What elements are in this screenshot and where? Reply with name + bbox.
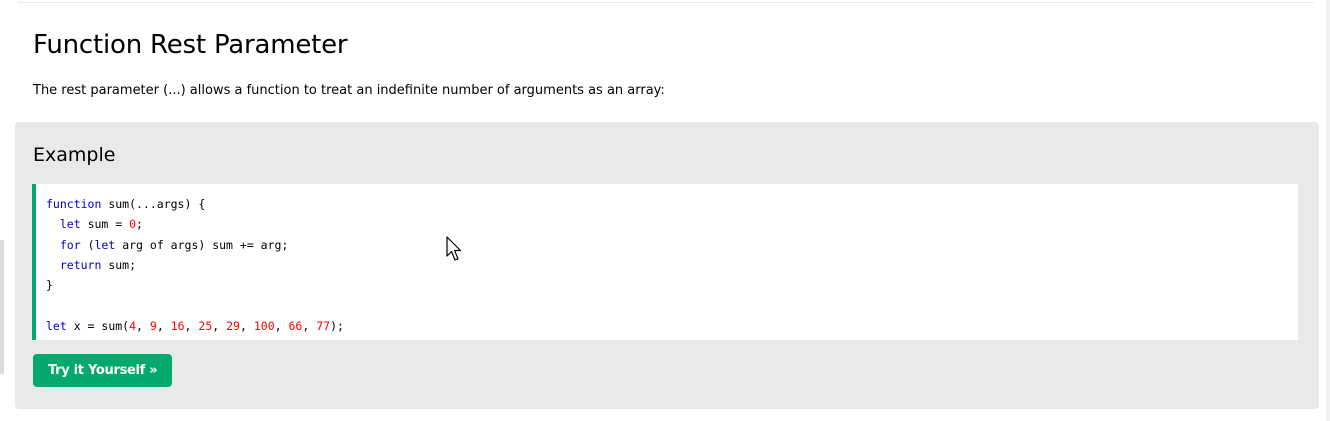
- code-text: arg of args) sum += arg;: [115, 237, 289, 252]
- code-line: let x = sum(4, 9, 16, 25, 29, 100, 66, 7…: [46, 316, 1298, 336]
- top-divider: [18, 2, 1314, 3]
- mouse-pointer-icon: [446, 236, 462, 261]
- code-text: sum =: [80, 217, 130, 232]
- code-number: 66: [288, 318, 303, 333]
- code-number: 0: [129, 217, 137, 232]
- code-number: 77: [316, 318, 331, 333]
- code-text: ,: [184, 318, 199, 333]
- code-text: (: [80, 237, 95, 252]
- code-number: 16: [170, 318, 185, 333]
- code-number: 100: [253, 318, 275, 333]
- scrollbar-track[interactable]: [1326, 0, 1330, 421]
- code-line: }: [46, 275, 1298, 295]
- code-line: return sum;: [46, 255, 1298, 275]
- code-number: 4: [129, 318, 137, 333]
- code-text: );: [330, 318, 344, 333]
- code-text: ,: [302, 318, 317, 333]
- left-edge-strip: [0, 240, 4, 374]
- code-text: }: [46, 278, 53, 293]
- code-text: ,: [239, 318, 254, 333]
- code-keyword: let: [46, 318, 67, 333]
- code-keyword: let: [59, 217, 81, 232]
- example-panel: Example function sum(...args) { let sum …: [15, 122, 1319, 409]
- code-text: ,: [156, 318, 171, 333]
- code-line: function sum(...args) {: [46, 194, 1298, 214]
- try-it-yourself-button[interactable]: Try it Yourself »: [33, 354, 173, 387]
- example-heading: Example: [33, 144, 116, 166]
- code-keyword: let: [94, 237, 116, 252]
- code-text: x = sum(: [66, 318, 130, 333]
- page-title: Function Rest Parameter: [33, 30, 348, 60]
- page: Function Rest Parameter The rest paramet…: [0, 0, 1330, 421]
- code-text: ,: [212, 318, 227, 333]
- code-text: sum(...args) {: [101, 197, 206, 211]
- code-text: ,: [274, 318, 289, 333]
- intro-paragraph: The rest parameter (...) allows a functi…: [33, 83, 665, 98]
- code-text: ,: [136, 318, 150, 333]
- code-keyword: function: [46, 197, 102, 211]
- code-text: ;: [136, 217, 143, 232]
- code-number: 29: [226, 318, 240, 333]
- code-number: 25: [198, 318, 213, 333]
- code-line: let sum = 0;: [46, 214, 1298, 234]
- code-keyword: for: [59, 237, 81, 252]
- code-block: function sum(...args) { let sum = 0; for…: [32, 184, 1298, 340]
- code-keyword: return: [59, 257, 102, 272]
- code-text: sum;: [101, 257, 137, 272]
- code-line: for (let arg of args) sum += arg;: [46, 235, 1298, 255]
- code-number: 9: [149, 318, 157, 333]
